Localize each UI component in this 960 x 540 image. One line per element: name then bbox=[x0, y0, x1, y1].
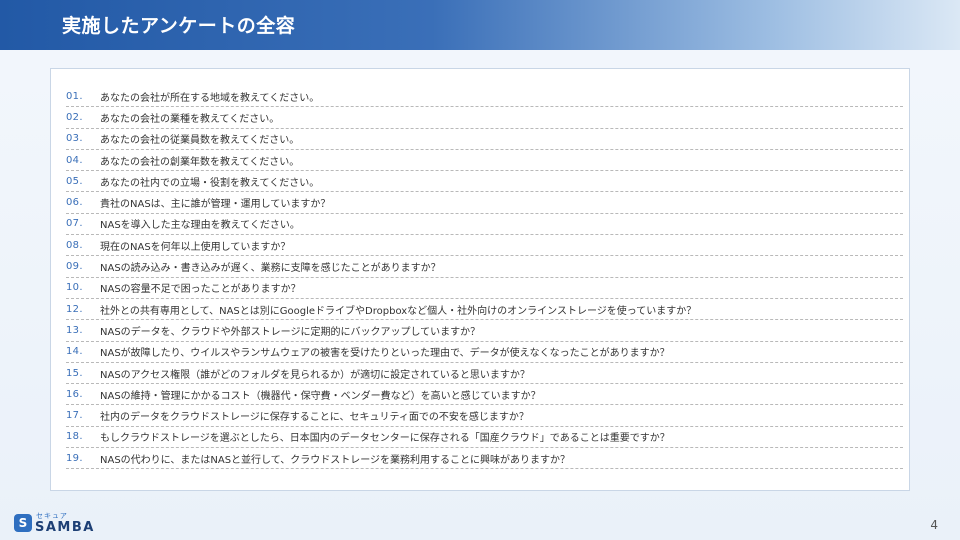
question-text: NASを導入した主な理由を教えてください。 bbox=[100, 220, 300, 232]
question-text: NASの容量不足で困ったことがありますか？ bbox=[100, 284, 301, 296]
question-row: 08. 現在のNASを何年以上使用していますか？ bbox=[66, 235, 903, 257]
question-text: NASのデータを、クラウドや外部ストレージに定期的にバックアップしていますか？ bbox=[100, 326, 481, 338]
question-row: 19. NASの代わりに、またはNASと並行して、クラウドストレージを業務利用する… bbox=[66, 448, 903, 470]
question-text: あなたの会社の従業員数を教えてください。 bbox=[100, 135, 300, 147]
question-text: 現在のNASを何年以上使用していますか？ bbox=[100, 241, 291, 253]
question-row: 04. あなたの会社の創業年数を教えてください。 bbox=[66, 150, 903, 172]
question-row: 10. NASの容量不足で困ったことがありますか？ bbox=[66, 278, 903, 299]
question-text: 社内のデータをクラウドストレージに保存することに、セキュリティ面での不安を感じま… bbox=[100, 412, 529, 424]
question-text: NASのアクセス権限（誰がどのフォルダを見られるか）が適切に設定されていると思い… bbox=[100, 369, 530, 381]
question-row: 14. NASが故障したり、ウイルスやランサムウェアの被害を受けたりといった理由で… bbox=[66, 342, 903, 363]
question-number: 06. bbox=[66, 197, 83, 209]
question-row: 13. NASのデータを、クラウドや外部ストレージに定期的にバックアップしています… bbox=[66, 320, 903, 342]
question-number: 17. bbox=[66, 410, 83, 422]
question-number: 02. bbox=[66, 111, 83, 123]
question-text: あなたの社内での立場・役割を教えてください。 bbox=[100, 177, 320, 189]
question-number: 05. bbox=[66, 175, 83, 187]
question-row: 17. 社内のデータをクラウドストレージに保存することに、セキュリティ面での不安を… bbox=[66, 405, 903, 427]
question-text: 貴社のNASは、主に誰が管理・運用していますか？ bbox=[100, 199, 331, 211]
logo-wordmark: SAMBA bbox=[35, 520, 95, 535]
question-text: あなたの会社の創業年数を教えてください。 bbox=[100, 156, 300, 168]
question-text: もしクラウドストレージを選ぶとしたら、日本国内のデータセンターに保存される「国産… bbox=[100, 433, 670, 445]
page-title: 実施したアンケートの全容 bbox=[62, 15, 296, 37]
logo-mark-icon: S bbox=[14, 514, 32, 532]
question-number: 12. bbox=[66, 303, 83, 315]
question-row: 16. NASの維持・管理にかかるコスト（機器代・保守費・ベンダー費など）を高いと… bbox=[66, 384, 903, 406]
question-row: 18. もしクラウドストレージを選ぶとしたら、日本国内のデータセンターに保存される… bbox=[66, 427, 903, 449]
question-row: 07. NASを導入した主な理由を教えてください。 bbox=[66, 214, 903, 236]
samba-logo: S セキュア SAMBA bbox=[14, 511, 104, 535]
question-text: NASの維持・管理にかかるコスト（機器代・保守費・ベンダー費など）を高いと感じて… bbox=[100, 390, 541, 402]
question-text: 社外との共有専用として、NASとは別にGoogleドライブやDropboxなど個… bbox=[100, 305, 697, 317]
question-row: 03. あなたの会社の従業員数を教えてください。 bbox=[66, 129, 903, 150]
question-row: 12. 社外との共有専用として、NASとは別にGoogleドライブやDropbox… bbox=[66, 299, 903, 321]
question-text: NASが故障したり、ウイルスやランサムウェアの被害を受けたりといった理由で、デー… bbox=[100, 348, 670, 360]
question-number: 03. bbox=[66, 133, 83, 145]
question-row: 01. あなたの会社が所在する地域を教えてください。 bbox=[66, 86, 903, 108]
question-number: 14. bbox=[66, 346, 83, 358]
page-number: 4 bbox=[930, 518, 938, 532]
question-number: 18. bbox=[66, 431, 83, 443]
question-number: 16. bbox=[66, 388, 83, 400]
question-text: あなたの会社の業種を教えてください。 bbox=[100, 113, 280, 125]
question-row: 15. NASのアクセス権限（誰がどのフォルダを見られるか）が適切に設定されている… bbox=[66, 363, 903, 385]
question-number: 07. bbox=[66, 218, 83, 230]
header-bar: 実施したアンケートの全容 bbox=[0, 0, 960, 50]
question-row: 09. NASの読み込み・書き込みが遅く、業務に支障を感じたことがありますか？ bbox=[66, 256, 903, 278]
question-row: 05. あなたの社内での立場・役割を教えてください。 bbox=[66, 171, 903, 193]
question-row: 06. 貴社のNASは、主に誰が管理・運用していますか？ bbox=[66, 192, 903, 214]
question-number: 15. bbox=[66, 367, 83, 379]
question-number: 08. bbox=[66, 239, 83, 251]
question-number: 04. bbox=[66, 154, 83, 166]
questions-card: 01. あなたの会社が所在する地域を教えてください。 02. あなたの会社の業種を教え… bbox=[50, 68, 910, 491]
question-number: 09. bbox=[66, 261, 83, 273]
question-list: 01. あなたの会社が所在する地域を教えてください。 02. あなたの会社の業種を教え… bbox=[66, 86, 903, 470]
question-number: 13. bbox=[66, 324, 83, 336]
question-text: NASの読み込み・書き込みが遅く、業務に支障を感じたことがありますか？ bbox=[100, 263, 441, 275]
question-number: 19. bbox=[66, 452, 83, 464]
question-text: あなたの会社が所在する地域を教えてください。 bbox=[100, 92, 320, 104]
question-row: 02. あなたの会社の業種を教えてください。 bbox=[66, 107, 903, 129]
question-text: NASの代わりに、またはNASと並行して、クラウドストレージを業務利用することに… bbox=[100, 454, 571, 466]
question-number: 10. bbox=[66, 282, 83, 294]
question-number: 01. bbox=[66, 90, 83, 102]
